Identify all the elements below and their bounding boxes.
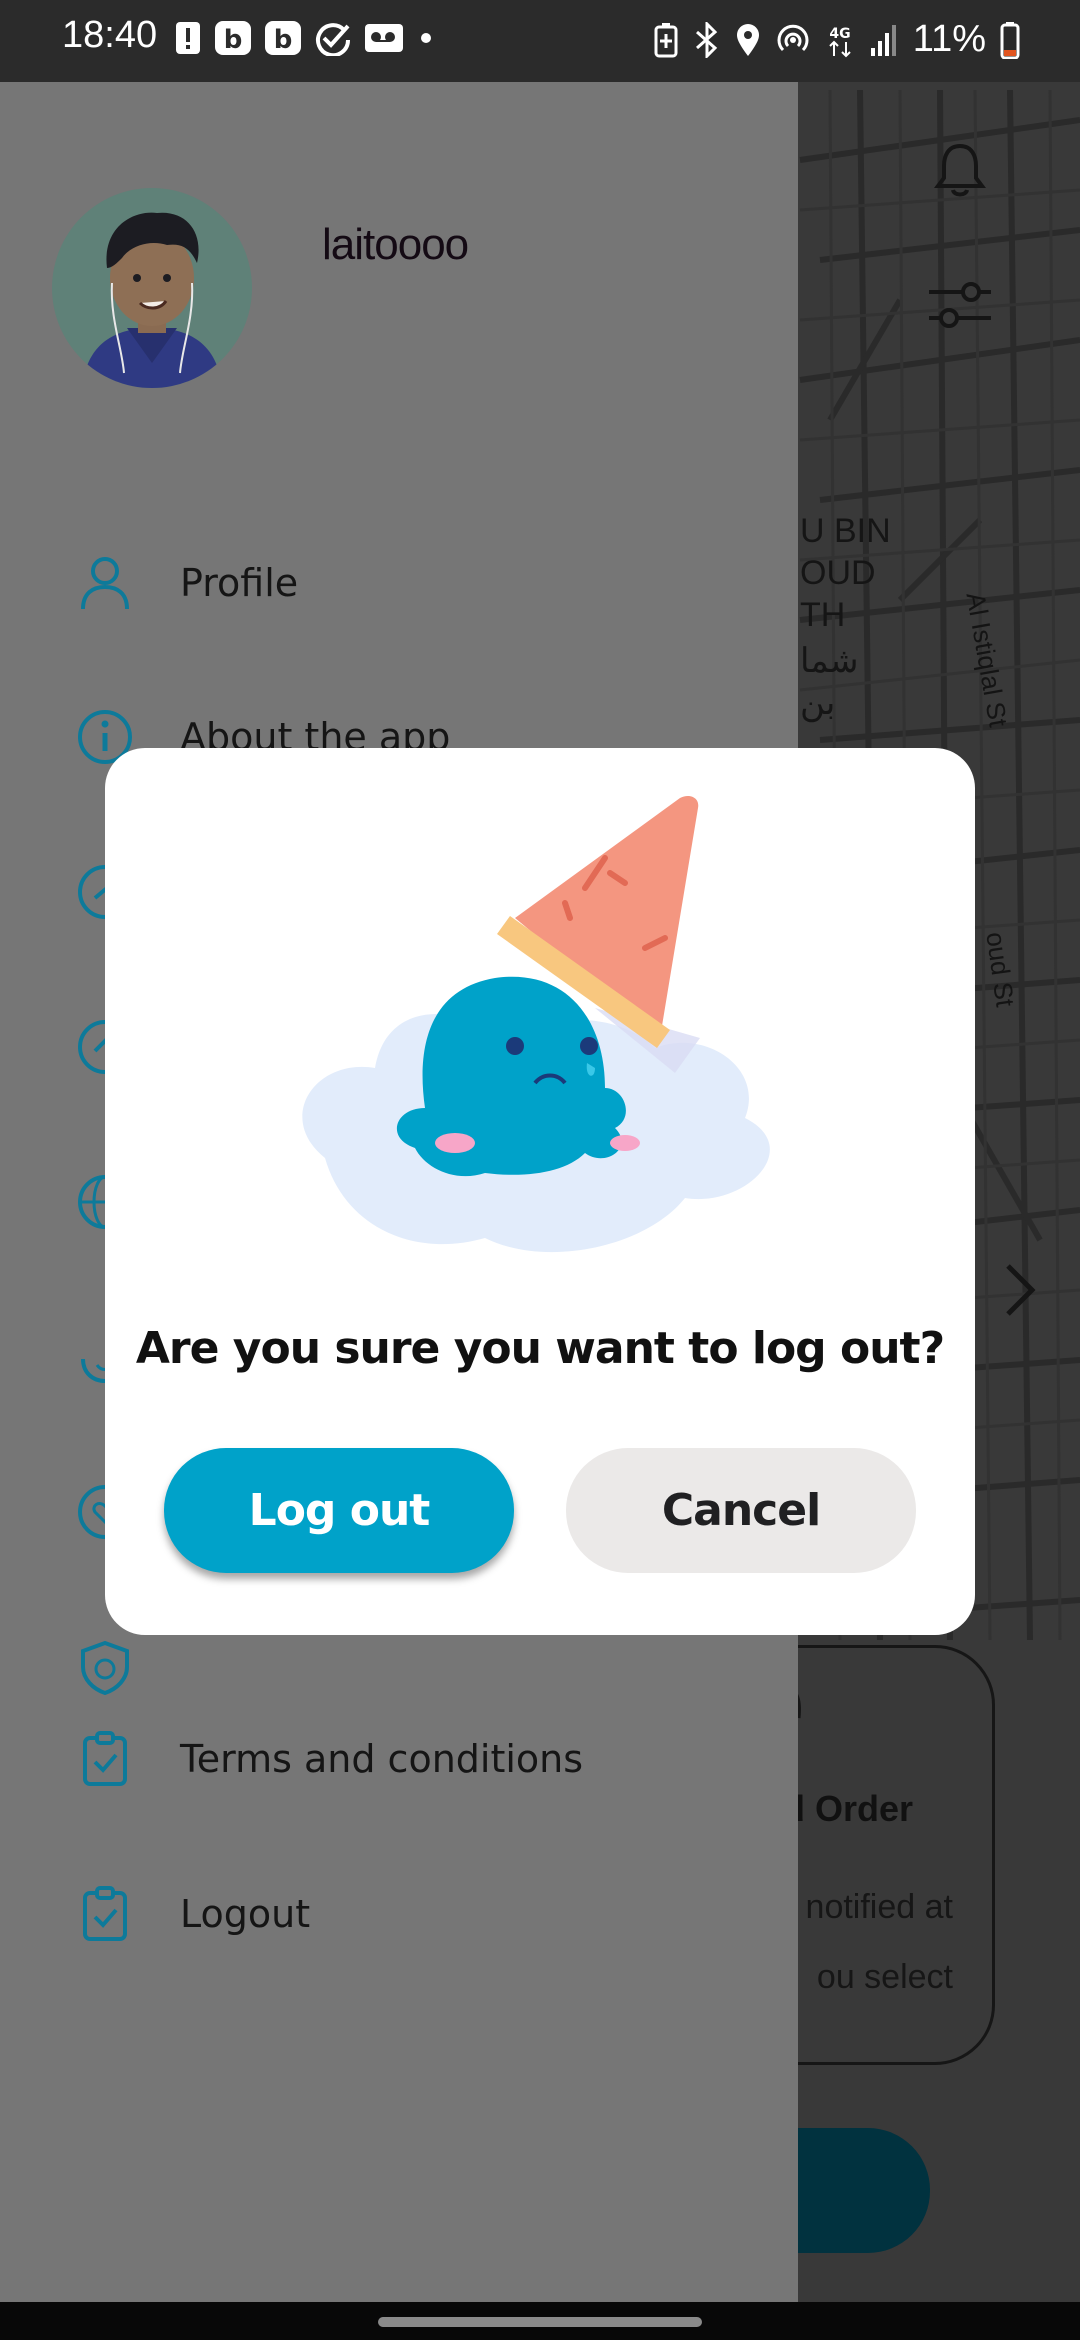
signal-icon [870, 24, 896, 56]
status-bar: 18:40 b b 4G 11% [0, 0, 1080, 82]
notification-icons: b b [174, 20, 436, 56]
logout-dialog: Are you sure you want to log out? Log ou… [105, 748, 975, 1635]
sliders-icon [929, 282, 991, 328]
battery-icon [1000, 21, 1020, 59]
dialog-message: Are you sure you want to log out? [135, 1323, 945, 1374]
menu-item-label: Logout [180, 1892, 311, 1936]
battery-percentage: 11% [912, 18, 986, 60]
dot-icon [421, 33, 431, 43]
voicemail-icon [365, 24, 403, 52]
status-time: 18:40 [62, 14, 158, 56]
b-app-icon: b [215, 21, 251, 55]
location-icon [736, 23, 759, 56]
check-icon [316, 23, 351, 56]
next-button[interactable] [990, 1250, 1050, 1330]
menu-item-label: Terms and conditions [180, 1737, 584, 1781]
svg-text:b: b [224, 25, 243, 55]
hotspot-icon [777, 24, 809, 51]
alert-icon [176, 22, 200, 54]
filter-button[interactable] [920, 270, 1000, 340]
person-icon [70, 548, 140, 618]
notifications-button[interactable] [925, 130, 995, 210]
map-place-label: U BIN OUD TH [800, 512, 891, 634]
avatar-illustration [52, 188, 252, 388]
avatar[interactable] [52, 188, 252, 388]
cancel-button[interactable]: Cancel [566, 1448, 916, 1573]
menu-item-logout[interactable]: Logout [70, 1869, 770, 1959]
navigation-bar [0, 2302, 1080, 2340]
logout-confirm-button[interactable]: Log out [164, 1448, 514, 1573]
menu-item-hidden-5[interactable] [70, 1622, 770, 1712]
battery-saver-icon [654, 22, 678, 57]
bell-icon [934, 143, 986, 197]
clipboard-check-icon [70, 1879, 140, 1949]
username: laitoooo [322, 220, 469, 269]
shield-icon [70, 1632, 140, 1702]
svg-text:4G: 4G [829, 26, 850, 42]
map-place-label-arabic: شما بن [800, 642, 859, 722]
menu-item-profile[interactable]: Profile [70, 538, 770, 628]
b-app-icon: b [265, 21, 301, 55]
melted-ice-cream-illustration [302, 796, 770, 1253]
svg-text:b: b [274, 25, 293, 55]
menu-item-terms[interactable]: Terms and conditions [70, 1714, 770, 1804]
clipboard-check-icon [70, 1724, 140, 1794]
bluetooth-icon [695, 21, 717, 58]
chevron-right-icon [1006, 1264, 1036, 1316]
system-status-icons: 4G 11% [653, 18, 1020, 61]
menu-item-label: Profile [180, 561, 299, 605]
4g-icon: 4G [829, 26, 851, 57]
home-gesture-handle[interactable] [378, 2317, 702, 2327]
